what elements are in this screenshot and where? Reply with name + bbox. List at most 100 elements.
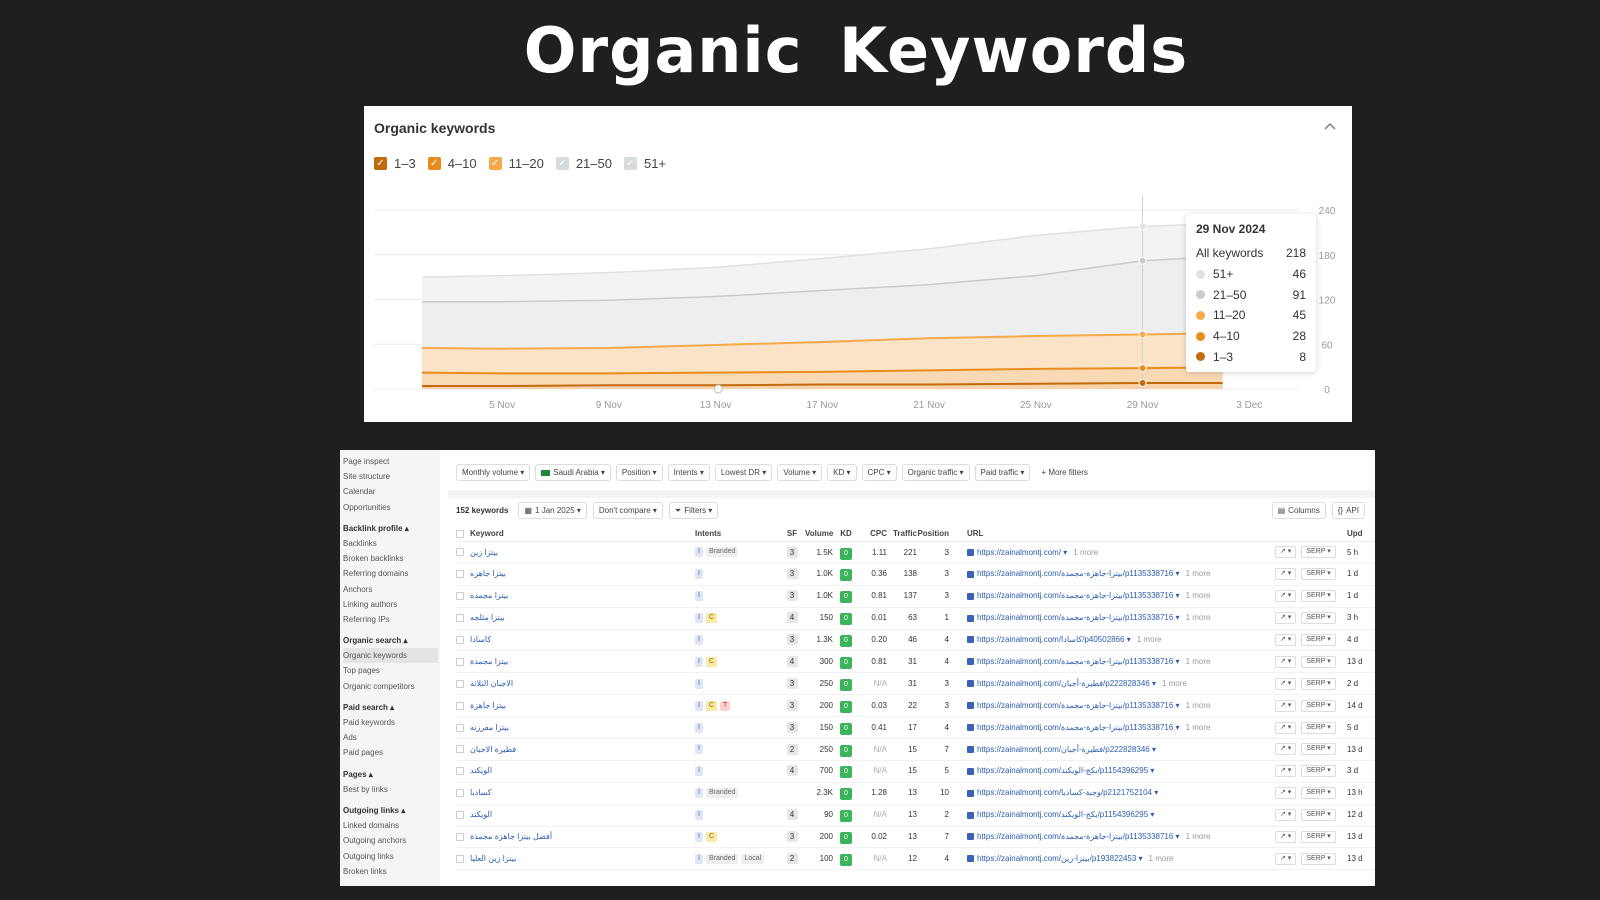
- row-checkbox[interactable]: [456, 592, 464, 601]
- row-checkbox[interactable]: [456, 570, 464, 579]
- filters-button[interactable]: ⏷ Filters ▾: [668, 502, 719, 519]
- url-link[interactable]: https://zainalmontj.com/بيتزا-جاهزة-مجمد…: [977, 591, 1180, 600]
- trend-button[interactable]: ↗ ▾: [1275, 699, 1297, 712]
- columns-button[interactable]: ▤ Columns: [1271, 502, 1326, 519]
- row-checkbox[interactable]: [456, 854, 464, 863]
- sf-count[interactable]: 3: [786, 831, 798, 843]
- keyword-link[interactable]: الويكند: [470, 804, 695, 826]
- url-link[interactable]: https://zainalmontj.com/بيتزا-جاهزة-مجمد…: [977, 723, 1180, 732]
- trend-button[interactable]: ↗ ▾: [1275, 831, 1297, 844]
- more-urls-link[interactable]: 1 more: [1149, 854, 1174, 863]
- row-checkbox[interactable]: [456, 635, 464, 644]
- sidebar-item[interactable]: Linking authors: [343, 597, 440, 612]
- trend-button[interactable]: ↗ ▾: [1275, 677, 1297, 690]
- serp-button[interactable]: SERP ▾: [1301, 634, 1336, 646]
- keyword-link[interactable]: كسادبا: [470, 782, 695, 804]
- serp-button[interactable]: SERP ▾: [1301, 787, 1336, 800]
- compare-button[interactable]: Don't compare ▾: [592, 502, 663, 519]
- url-link[interactable]: https://zainalmontj.com/بيتزا-جاهزة-مجمد…: [977, 832, 1180, 841]
- row-checkbox[interactable]: [456, 679, 464, 688]
- more-urls-link[interactable]: 1 more: [1186, 613, 1211, 622]
- url-link[interactable]: https://zainalmontj.com/بيتزا-جاهزة-مجمد…: [977, 657, 1180, 666]
- col-volume[interactable]: Volume: [805, 526, 835, 541]
- url-link[interactable]: https://zainalmontj.com/ ▾: [977, 548, 1067, 557]
- col-intents[interactable]: Intents: [695, 526, 779, 541]
- sidebar-item[interactable]: Top pages: [343, 663, 440, 678]
- serp-button[interactable]: SERP ▾: [1301, 546, 1336, 559]
- url-link[interactable]: https://zainalmontj.com/بيتزا-جاهزة-مجمد…: [977, 613, 1180, 622]
- sf-count[interactable]: 3: [786, 568, 798, 580]
- more-urls-link[interactable]: 1 more: [1137, 635, 1162, 644]
- keyword-link[interactable]: بيتزا جاهزه: [470, 563, 695, 585]
- row-checkbox[interactable]: [456, 789, 464, 798]
- trend-button[interactable]: ↗ ▾: [1275, 743, 1297, 756]
- sf-count[interactable]: 2: [786, 852, 798, 864]
- sidebar-item[interactable]: Ads: [343, 730, 440, 745]
- sidebar-item[interactable]: Broken backlinks: [343, 551, 440, 566]
- more-urls-link[interactable]: 1 more: [1186, 591, 1211, 600]
- more-urls-link[interactable]: 1 more: [1186, 701, 1211, 710]
- keyword-link[interactable]: بيتزا مفرزنه: [470, 717, 695, 739]
- keyword-link[interactable]: بيتزا زين: [470, 542, 695, 564]
- url-link[interactable]: https://zainalmontj.com/كاسادا/p40502866…: [977, 635, 1131, 644]
- col-url[interactable]: URL: [957, 526, 1275, 541]
- sf-count[interactable]: 3: [786, 699, 798, 711]
- more-urls-link[interactable]: 1 more: [1186, 723, 1211, 732]
- col-position[interactable]: Position: [917, 526, 957, 541]
- sidebar-item[interactable]: Anchors: [343, 582, 440, 597]
- keyword-link[interactable]: بيتزا زين العليا: [470, 848, 695, 870]
- api-button[interactable]: {} API: [1331, 502, 1365, 519]
- row-checkbox[interactable]: [456, 832, 464, 841]
- sf-count[interactable]: 4: [786, 612, 798, 624]
- sidebar-section[interactable]: Outgoing links ▴: [343, 803, 440, 818]
- filter-button[interactable]: Intents ▾: [667, 464, 710, 481]
- serp-button[interactable]: SERP ▾: [1301, 721, 1336, 734]
- keyword-link[interactable]: فطيرة الاجبان: [470, 739, 695, 761]
- row-checkbox[interactable]: [456, 811, 464, 820]
- keyword-link[interactable]: بيتزا مجمدة: [470, 651, 695, 673]
- sidebar-item[interactable]: Opportunities: [343, 500, 440, 515]
- sidebar-section[interactable]: Backlink profile ▴: [343, 521, 440, 536]
- filter-button[interactable]: Organic traffic ▾: [901, 464, 970, 481]
- col-keyword[interactable]: Keyword: [470, 526, 695, 541]
- sidebar-item[interactable]: Paid pages: [343, 745, 440, 760]
- sidebar-item[interactable]: Page inspect: [343, 454, 440, 469]
- url-link[interactable]: https://zainalmontj.com/بكج-الويكند/p115…: [977, 810, 1154, 819]
- serp-button[interactable]: SERP ▾: [1301, 765, 1336, 778]
- sidebar-section[interactable]: Organic search ▴: [343, 633, 440, 648]
- sidebar-item[interactable]: Organic keywords: [343, 648, 438, 664]
- sidebar-item[interactable]: Backlinks: [343, 536, 440, 551]
- filter-button[interactable]: Paid traffic ▾: [974, 464, 1031, 481]
- serp-button[interactable]: SERP ▾: [1301, 743, 1336, 756]
- row-checkbox[interactable]: [456, 723, 464, 732]
- url-link[interactable]: https://zainalmontj.com/فطيرة-أجبان/p222…: [977, 745, 1156, 754]
- sidebar-item[interactable]: Calendar: [343, 484, 440, 499]
- trend-button[interactable]: ↗ ▾: [1275, 634, 1297, 646]
- url-link[interactable]: https://zainalmontj.com/وجبة-كساديا/p212…: [977, 788, 1158, 797]
- trend-button[interactable]: ↗ ▾: [1275, 546, 1297, 559]
- more-urls-link[interactable]: 1 more: [1186, 832, 1211, 841]
- serp-button[interactable]: SERP ▾: [1301, 809, 1336, 822]
- serp-button[interactable]: SERP ▾: [1301, 831, 1336, 844]
- trend-button[interactable]: ↗ ▾: [1275, 655, 1297, 668]
- sf-count[interactable]: 3: [786, 721, 798, 733]
- sidebar-item[interactable]: Paid keywords: [343, 715, 440, 730]
- filter-button[interactable]: Monthly volume ▾: [456, 464, 531, 481]
- url-link[interactable]: https://zainalmontj.com/بيتزا-زين/p19382…: [977, 854, 1143, 863]
- filter-button[interactable]: + More filters: [1035, 464, 1094, 481]
- filter-button[interactable]: Lowest DR ▾: [714, 464, 773, 481]
- more-urls-link[interactable]: 1 more: [1073, 548, 1098, 557]
- serp-button[interactable]: SERP ▾: [1301, 568, 1336, 581]
- sf-count[interactable]: 2: [786, 743, 798, 755]
- more-urls-link[interactable]: 1 more: [1186, 657, 1211, 666]
- select-all-checkbox[interactable]: [456, 529, 464, 538]
- more-urls-link[interactable]: 1 more: [1186, 569, 1211, 578]
- row-checkbox[interactable]: [456, 548, 464, 557]
- more-urls-link[interactable]: 1 more: [1162, 679, 1187, 688]
- sidebar-item[interactable]: Organic competitors: [343, 679, 440, 694]
- serp-button[interactable]: SERP ▾: [1301, 612, 1336, 625]
- col-cpc[interactable]: CPC: [857, 526, 887, 541]
- col-sf[interactable]: SF: [779, 526, 805, 541]
- sidebar-item[interactable]: Outgoing links: [343, 849, 440, 864]
- sidebar-item[interactable]: Referring domains: [343, 566, 440, 581]
